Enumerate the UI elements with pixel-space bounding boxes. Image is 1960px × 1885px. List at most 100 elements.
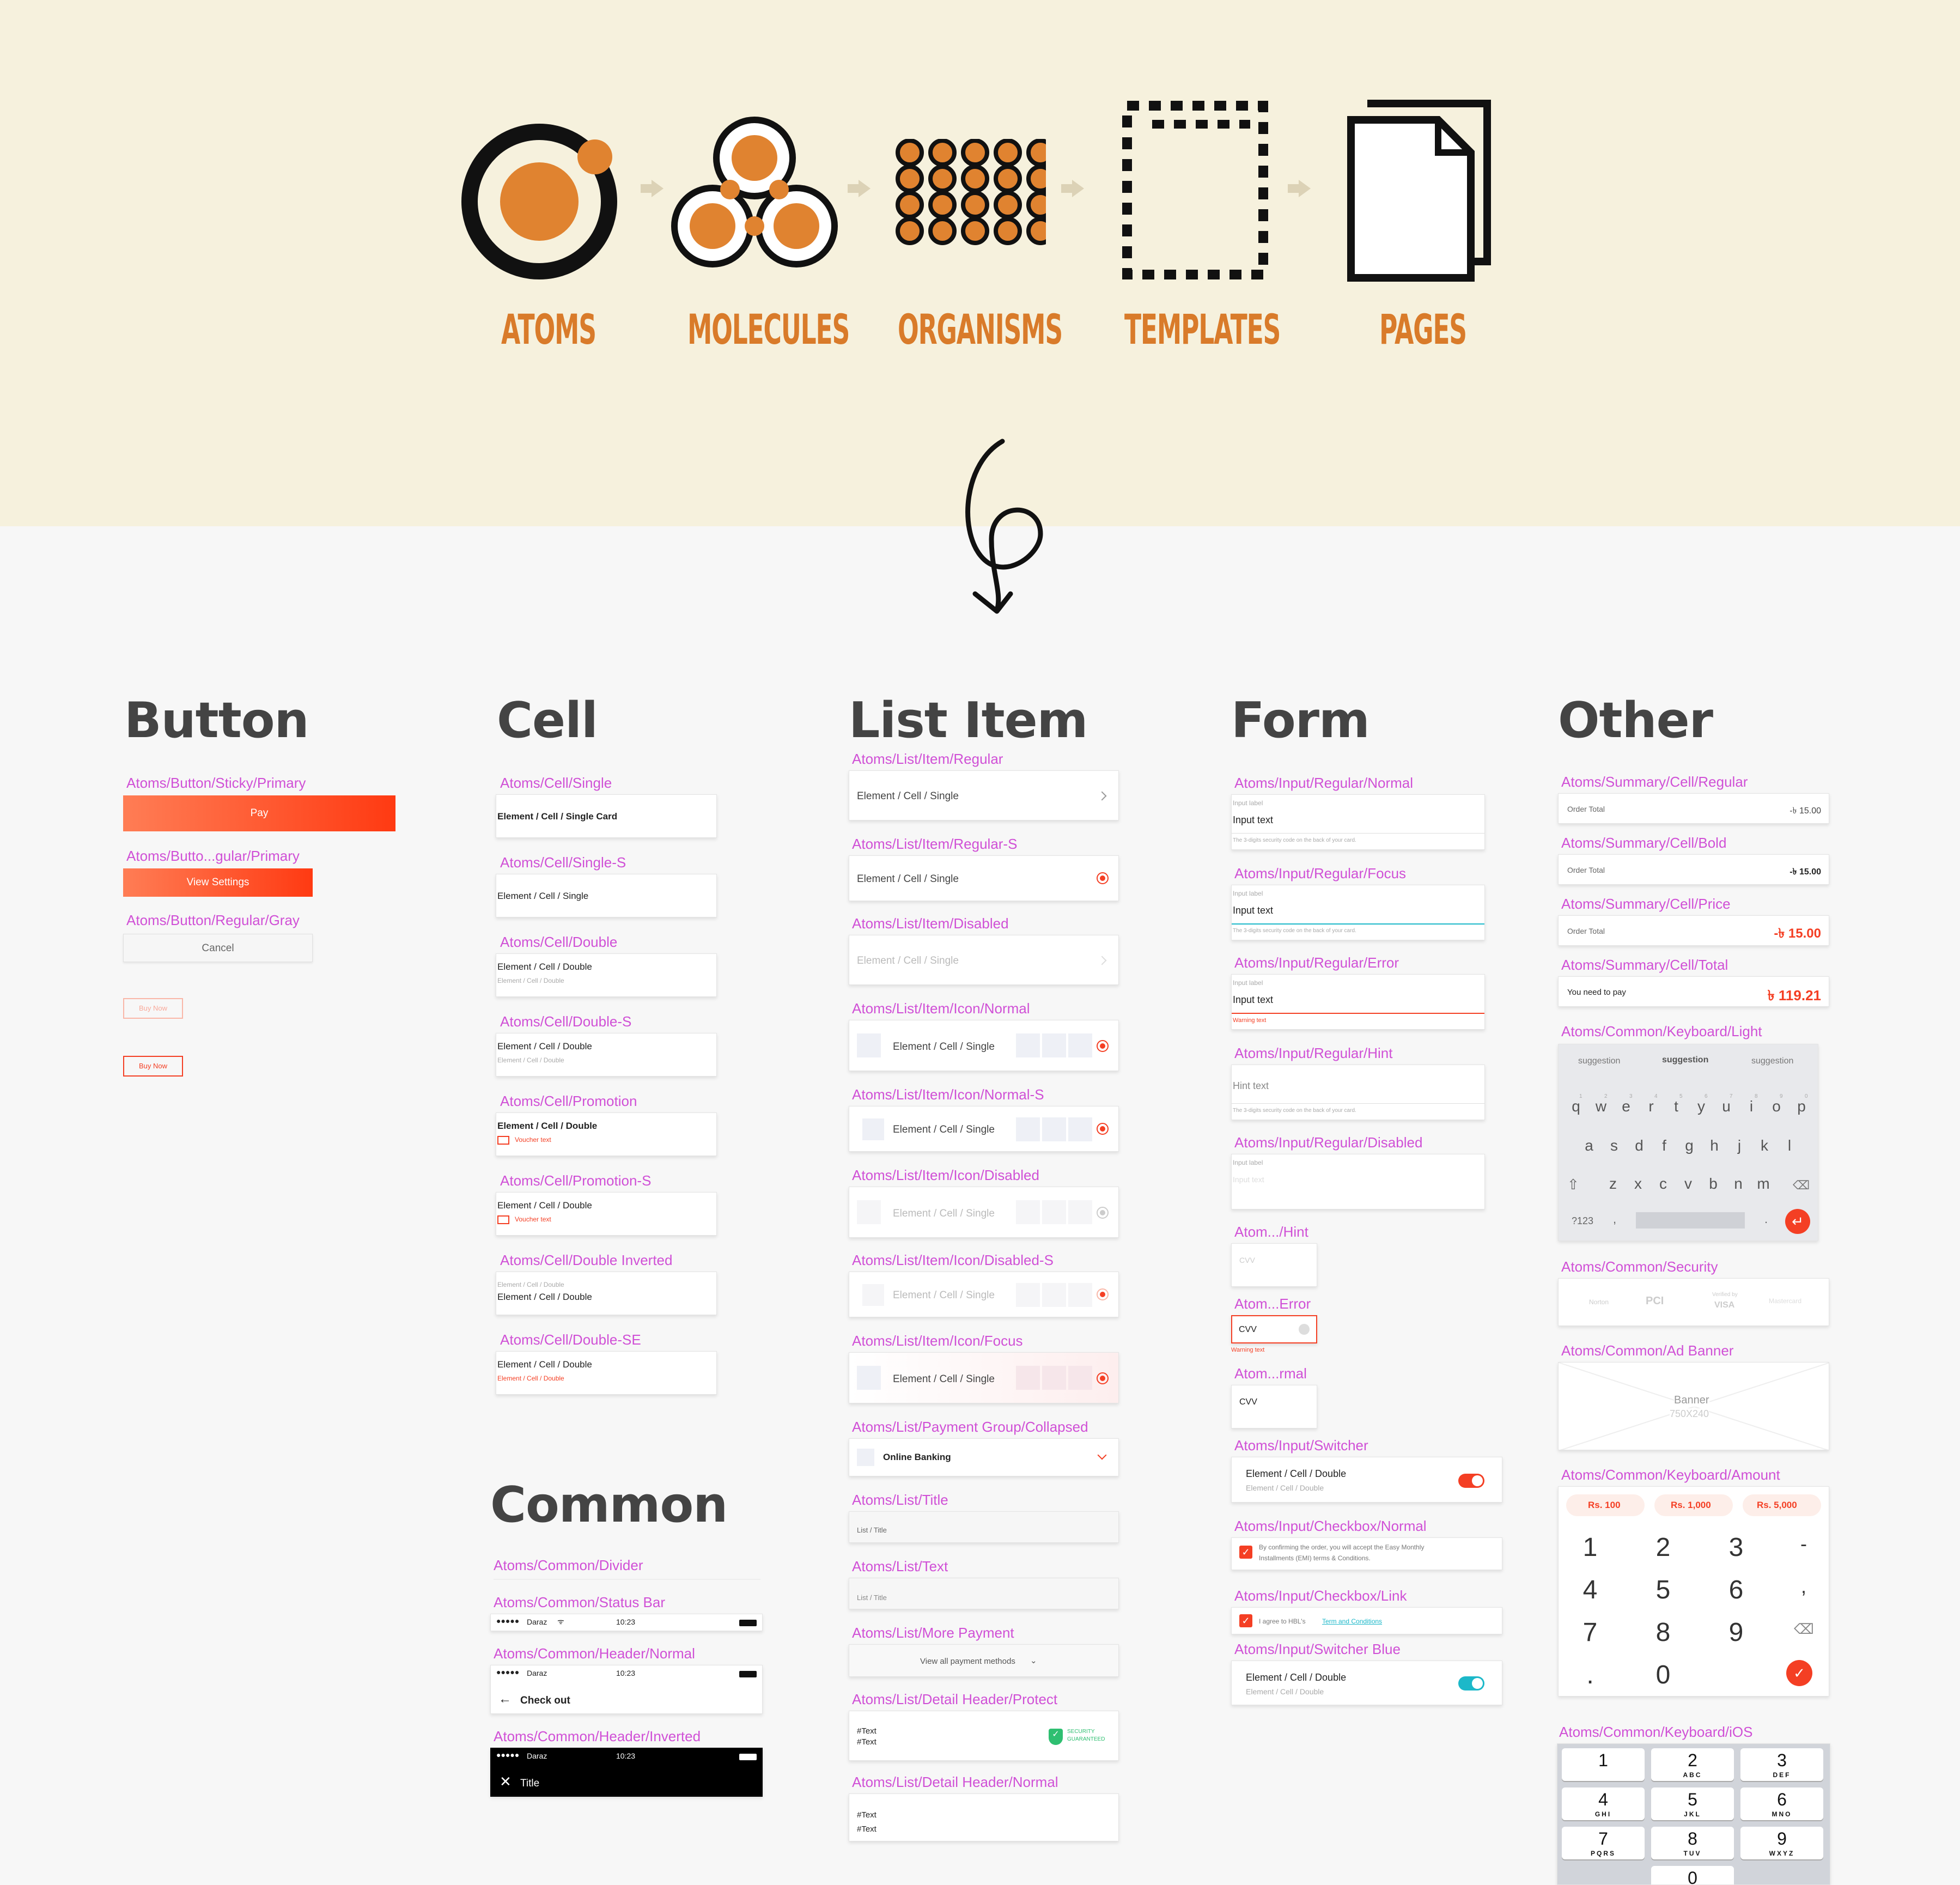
key-z[interactable]: z <box>1602 1175 1624 1193</box>
close-icon[interactable]: ✕ <box>500 1773 512 1790</box>
numpad-key[interactable]: 4 <box>1574 1575 1606 1605</box>
radio-selected-icon[interactable] <box>1097 1123 1109 1135</box>
key-s[interactable]: s <box>1603 1137 1625 1154</box>
radio-selected-icon[interactable] <box>1097 1372 1109 1384</box>
key-d[interactable]: d <box>1628 1137 1650 1154</box>
numpad-key[interactable]: 2 <box>1647 1533 1679 1562</box>
shift-icon[interactable]: ⇧ <box>1567 1176 1579 1193</box>
key-h[interactable]: h <box>1703 1137 1725 1154</box>
ios-key[interactable]: 6 MNO <box>1740 1787 1823 1820</box>
checkbox-checked-icon[interactable]: ✓ <box>1239 1546 1252 1559</box>
key-e[interactable]: e <box>1615 1098 1637 1115</box>
radio-selected-icon[interactable] <box>1097 872 1109 884</box>
key-p[interactable]: p <box>1791 1098 1812 1115</box>
terms-link[interactable]: Term and Conditions <box>1322 1618 1382 1625</box>
confirm-check-icon[interactable]: ✓ <box>1786 1660 1812 1686</box>
keyboard-ios[interactable]: 1 2 ABC 3 DEF 4 GHI 5 JKL 6 MNO 7 PQRS 8 TUV 9 WXYZ 0 <box>1557 1743 1830 1885</box>
clear-icon[interactable] <box>1299 1324 1310 1335</box>
numpad-key[interactable]: , <box>1787 1575 1820 1598</box>
key-l[interactable]: l <box>1779 1137 1800 1154</box>
key-n[interactable]: n <box>1727 1175 1749 1193</box>
toggle-switch[interactable] <box>1458 1474 1484 1488</box>
numpad-key[interactable]: 3 <box>1720 1533 1752 1562</box>
ios-key[interactable]: 9 WXYZ <box>1740 1827 1823 1859</box>
key-r[interactable]: r <box>1640 1098 1662 1115</box>
key-t[interactable]: t <box>1665 1098 1687 1115</box>
suggestion-chip[interactable]: suggestion <box>1662 1055 1708 1065</box>
keyboard-amount[interactable]: Rs. 100 Rs. 1,000 Rs. 5,000 ⌫ ✓ 1 2 3 - 4 5 6,… <box>1558 1486 1829 1696</box>
ad-banner[interactable]: Banner 750X240 <box>1558 1362 1829 1450</box>
enter-icon[interactable]: ↵ <box>1785 1209 1810 1234</box>
buy-now-small-button[interactable]: Buy Now <box>123 998 183 1019</box>
key-b[interactable]: b <box>1702 1175 1724 1193</box>
numpad-key[interactable]: 9 <box>1720 1618 1752 1647</box>
input-hint[interactable]: Hint text The 3-digits security code on … <box>1231 1065 1485 1120</box>
numpad-key[interactable]: 0 <box>1647 1660 1679 1690</box>
key-x[interactable]: x <box>1627 1175 1649 1193</box>
checkbox-normal[interactable]: ✓ By confirming the order, you will acce… <box>1231 1537 1502 1570</box>
key-o[interactable]: o <box>1766 1098 1787 1115</box>
more-payment-button[interactable]: View all payment methods ⌄ <box>849 1644 1119 1677</box>
cancel-button[interactable]: Cancel <box>123 934 313 962</box>
list-item-icon-normal-s[interactable]: Element / Cell / Single <box>849 1106 1119 1152</box>
pay-button[interactable]: Pay <box>123 795 395 831</box>
ios-key[interactable]: 5 JKL <box>1651 1787 1734 1820</box>
payment-group-collapsed[interactable]: Online Banking <box>849 1438 1119 1476</box>
symbols-key[interactable]: ?123 <box>1572 1215 1593 1227</box>
checkbox-link[interactable]: ✓ I agree to HBL's Term and Conditions <box>1231 1607 1502 1634</box>
list-item-regular[interactable]: Element / Cell / Single <box>849 770 1119 820</box>
view-settings-button[interactable]: View Settings <box>123 868 313 897</box>
ios-key[interactable]: 2 ABC <box>1651 1748 1734 1781</box>
back-arrow-icon[interactable]: ← <box>498 1692 512 1707</box>
backspace-icon[interactable]: ⌫ <box>1793 1178 1810 1193</box>
toggle-switch[interactable] <box>1458 1676 1484 1691</box>
cvv-input-error[interactable]: CVV <box>1231 1315 1317 1343</box>
cvv-input-hint[interactable]: CVV <box>1231 1243 1317 1287</box>
numpad-key[interactable]: . <box>1574 1660 1606 1690</box>
ios-key[interactable]: 0 <box>1651 1866 1734 1884</box>
numpad-key[interactable]: - <box>1787 1533 1820 1555</box>
backspace-icon[interactable]: ⌫ <box>1794 1621 1814 1638</box>
key-c[interactable]: c <box>1652 1175 1674 1193</box>
numpad-key[interactable]: 1 <box>1574 1533 1606 1562</box>
input-error[interactable]: Input label Input text Warning text <box>1231 974 1485 1030</box>
checkbox-checked-icon[interactable]: ✓ <box>1239 1614 1252 1627</box>
key-m[interactable]: m <box>1752 1175 1774 1193</box>
list-item-regular-s[interactable]: Element / Cell / Single <box>849 855 1119 901</box>
radio-selected-icon[interactable] <box>1097 1040 1109 1052</box>
suggestion-chip[interactable]: suggestion <box>1751 1056 1793 1066</box>
suggestion-chip[interactable]: suggestion <box>1578 1056 1620 1066</box>
switcher-blue[interactable]: Element / Cell / Double Element / Cell /… <box>1231 1661 1502 1705</box>
key-j[interactable]: j <box>1728 1137 1750 1154</box>
numpad-key[interactable]: 5 <box>1647 1575 1679 1605</box>
ios-key[interactable]: 3 DEF <box>1740 1748 1823 1781</box>
key-q[interactable]: q <box>1565 1098 1587 1115</box>
cvv-input-normal[interactable]: CVV <box>1231 1385 1317 1428</box>
key-a[interactable]: a <box>1578 1137 1600 1154</box>
input-focus[interactable]: Input label Input text The 3-digits secu… <box>1231 885 1485 940</box>
buy-now-button[interactable]: Buy Now <box>123 1056 183 1077</box>
key-v[interactable]: v <box>1677 1175 1699 1193</box>
key-w[interactable]: w <box>1590 1098 1612 1115</box>
list-item-icon-focus[interactable]: Element / Cell / Single <box>849 1352 1119 1403</box>
comma-key[interactable]: , <box>1613 1212 1616 1226</box>
input-normal[interactable]: Input label Input text The 3-digits secu… <box>1231 794 1485 850</box>
key-f[interactable]: f <box>1653 1137 1675 1154</box>
period-key[interactable]: . <box>1764 1212 1768 1226</box>
ios-key[interactable]: 8 TUV <box>1651 1827 1734 1859</box>
numpad-key[interactable]: 7 <box>1574 1618 1606 1647</box>
key-g[interactable]: g <box>1678 1137 1700 1154</box>
keyboard-light[interactable]: suggestion suggestion suggestion ⇧ ⌫ ?12… <box>1558 1044 1818 1241</box>
key-k[interactable]: k <box>1754 1137 1775 1154</box>
numpad-key[interactable]: 6 <box>1720 1575 1752 1605</box>
space-key[interactable] <box>1636 1212 1745 1229</box>
key-u[interactable]: u <box>1715 1098 1737 1115</box>
ios-key[interactable]: 7 PQRS <box>1562 1827 1645 1859</box>
ios-key[interactable]: 4 GHI <box>1562 1787 1645 1820</box>
key-y[interactable]: y <box>1690 1098 1712 1115</box>
switcher[interactable]: Element / Cell / Double Element / Cell /… <box>1231 1457 1502 1503</box>
numpad-key[interactable]: 8 <box>1647 1618 1679 1647</box>
list-item-icon-normal[interactable]: Element / Cell / Single <box>849 1020 1119 1071</box>
key-i[interactable]: i <box>1740 1098 1762 1115</box>
ios-key[interactable]: 1 <box>1562 1748 1645 1781</box>
